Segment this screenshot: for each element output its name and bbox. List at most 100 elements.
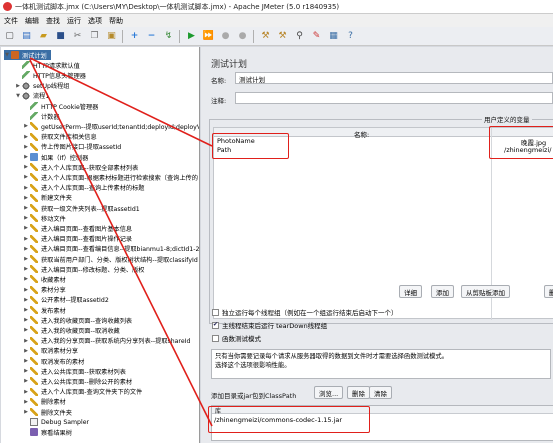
expand-arrow-icon[interactable]: ▶ <box>23 378 29 384</box>
tree-node[interactable]: ▶ 进入我的收藏页面--取消收藏 <box>23 325 120 335</box>
menu-options[interactable]: 选项 <box>88 16 102 26</box>
tree-node[interactable]: ▶ 进入公共库页面--获取素材列表 <box>23 366 126 376</box>
tree-node[interactable]: ▶ 获取文件库相关信息 <box>23 132 97 142</box>
table-row[interactable]: Path /zhinengmeizi/ <box>214 146 553 155</box>
expand-arrow-icon[interactable]: ▶ <box>23 144 29 150</box>
search-icon[interactable]: ⚲ <box>293 30 306 43</box>
tree-node[interactable]: ▶ 进入我的分享页面--获取系统内分享列表--提取shareId <box>23 336 190 346</box>
tree-node[interactable]: ▶ 获取一级文件夹列表--提取assetId1 <box>23 203 140 213</box>
library-item[interactable]: /zhinengmeizi/commons-codec-1.15.jar <box>214 416 342 424</box>
expand-arrow-icon[interactable]: ▶ <box>23 164 29 170</box>
table-row[interactable]: PhotoName 晚霞.jpg <box>214 137 553 147</box>
detail-button[interactable]: 详细 <box>399 285 422 298</box>
expand-arrow-icon[interactable]: ▶ <box>23 236 29 242</box>
expand-arrow-icon[interactable]: ▶ <box>23 317 29 323</box>
expand-arrow-icon[interactable]: ▶ <box>23 266 29 272</box>
menu-help[interactable]: 帮助 <box>109 16 123 26</box>
tree-node[interactable]: ▶ 取消发布的素材 <box>23 356 84 366</box>
tree-node[interactable]: Debug Sampler <box>23 417 89 427</box>
tree-node[interactable]: ▶ 删除文件夹 <box>23 407 72 417</box>
tree-node[interactable]: ▶ 进入编目页面--查看编目信息--提取bianmu1-8;dictId1-2 <box>23 244 199 254</box>
start-icon[interactable]: ▶ <box>185 30 198 43</box>
expand-arrow-icon[interactable]: ▶ <box>23 368 29 374</box>
save-icon[interactable]: ■ <box>54 30 67 43</box>
check-icon[interactable]: ✔ <box>212 321 219 329</box>
stop-icon[interactable]: ● <box>219 30 232 43</box>
checkbox-box[interactable] <box>212 308 219 316</box>
tree-node[interactable]: HTTP请求默认值 <box>15 60 80 70</box>
functional-mode-checkbox[interactable]: 函数测试模式 <box>212 333 261 343</box>
tree-node[interactable]: ▶ 发布素材 <box>23 305 66 315</box>
tree-node[interactable]: ▶ setUp线程组 <box>15 81 69 91</box>
expand-arrow-icon[interactable]: ▶ <box>23 389 29 395</box>
tree-node[interactable]: ▶ 进入个人库页面-根据素材标题进行检索搜索（查询上传的 <box>23 172 198 182</box>
clear-icon[interactable]: ⚒ <box>259 30 272 43</box>
expand-arrow-icon[interactable]: ▶ <box>23 358 29 364</box>
tree-node[interactable]: ▶ 传上传图片接口-提取assetId <box>23 142 121 152</box>
start-no-pause-icon[interactable]: ⏩ <box>202 30 215 43</box>
browse-button[interactable]: 浏览... <box>314 386 344 399</box>
help-icon[interactable]: ? <box>344 30 357 43</box>
expand-arrow-icon[interactable]: ▶ <box>23 409 29 415</box>
independent-thread-groups-checkbox[interactable]: 独立运行每个线程组（例如在一个组运行结束后启动下一个） <box>212 307 398 317</box>
expand-arrow-icon[interactable]: ▶ <box>23 327 29 333</box>
var-name-cell[interactable]: PhotoName <box>217 137 255 145</box>
expand-arrow-icon[interactable]: ▶ <box>23 215 29 221</box>
tree-node[interactable]: ▶ 删除素材 <box>23 397 66 407</box>
expand-arrow-icon[interactable]: ▶ <box>23 154 29 160</box>
expand-arrow-icon[interactable]: ▶ <box>23 174 29 180</box>
templates-icon[interactable]: ▤ <box>20 30 33 43</box>
add-button[interactable]: 添加 <box>431 285 454 298</box>
clear-all-icon[interactable]: ⚒ <box>276 30 289 43</box>
add-from-clipboard-button[interactable]: 从剪贴板添加 <box>461 285 510 298</box>
expand-arrow-icon[interactable]: ▶ <box>23 256 29 262</box>
tree-node[interactable]: ▶ 进入我的收藏页面--查询收藏列表 <box>23 315 132 325</box>
menu-search[interactable]: 查找 <box>46 16 60 26</box>
expand-arrow-icon[interactable]: ▶ <box>23 348 29 354</box>
tree-node[interactable]: 计数器 <box>23 111 60 121</box>
tree-node[interactable]: ▶ 进入个人库页面-查询文件夹下的文件 <box>23 387 142 397</box>
expand-icon[interactable]: + <box>128 30 141 43</box>
expand-arrow-icon[interactable]: ▶ <box>23 185 29 191</box>
teardown-checkbox[interactable]: ✔ 主线程结束后运行 tearDown线程组 <box>212 320 327 330</box>
expand-arrow-icon[interactable]: ▶ <box>23 297 29 303</box>
tree-node[interactable]: ▶ 如果（If）控制器 <box>23 152 88 162</box>
var-name-cell[interactable]: Path <box>217 146 231 154</box>
tree-node[interactable]: ▶ 进入编目页面--查看图片操作记录 <box>23 234 132 244</box>
classpath-library-list[interactable]: 库 /zhinengmeizi/commons-codec-1.15.jar <box>211 405 553 441</box>
collapse-icon[interactable]: − <box>145 30 158 43</box>
paste-icon[interactable]: ▣ <box>105 30 118 43</box>
tree-node[interactable]: ▶ 进入个人库页面--查询上传素材的标题 <box>23 183 144 193</box>
collapse-arrow-icon[interactable]: ▼ <box>15 93 21 99</box>
comment-field[interactable] <box>235 92 553 104</box>
tree-node[interactable]: ▶ 进入公共库页面--删除公开的素材 <box>23 376 132 386</box>
new-icon[interactable]: ▢ <box>3 30 16 43</box>
reset-search-icon[interactable]: ✎ <box>310 30 323 43</box>
tree-node[interactable]: ▶ 进入编目页面--修改标题、分类、版权 <box>23 264 144 274</box>
tree-node[interactable]: ▶ 公开素材--提取assetId2 <box>23 295 109 305</box>
expand-arrow-icon[interactable]: ▶ <box>23 123 29 129</box>
delete-button[interactable]: 删除 <box>544 285 553 298</box>
function-helper-icon[interactable]: ▦ <box>327 30 340 43</box>
expand-arrow-icon[interactable]: ▶ <box>23 246 29 252</box>
tree-node[interactable]: ▶ 进入编目页面--查看图片基本信息 <box>23 223 132 233</box>
delete-classpath-button[interactable]: 删除 <box>347 386 370 399</box>
clear-classpath-button[interactable]: 清除 <box>369 386 392 399</box>
tree-node[interactable]: ▶ 获取当前用户部门、分类、版权树状结构--提取classifyId <box>23 254 198 264</box>
tree-node[interactable]: ▼ 流程1 <box>15 91 49 101</box>
name-field[interactable]: 测试计划 <box>235 72 553 84</box>
var-value-cell[interactable]: /zhinengmeizi/ <box>504 146 551 154</box>
expand-arrow-icon[interactable]: ▶ <box>23 134 29 140</box>
expand-arrow-icon[interactable]: ▶ <box>23 307 29 313</box>
toggle-icon[interactable]: ↯ <box>162 30 175 43</box>
tree-node[interactable]: ▶ 移动文件 <box>23 213 66 223</box>
expand-arrow-icon[interactable]: ▶ <box>23 338 29 344</box>
menu-file[interactable]: 文件 <box>4 16 18 26</box>
expand-arrow-icon[interactable]: ▶ <box>15 83 21 89</box>
expand-arrow-icon[interactable]: ▶ <box>23 195 29 201</box>
tree-node[interactable]: ▼ 测试计划 <box>4 50 51 60</box>
test-plan-tree[interactable]: ▼ 测试计划 HTTP请求默认值 HTTP信息头管理器 ▶ setUp线程组 ▼ 流程1 HTT… <box>1 47 200 443</box>
tree-node[interactable]: ▶ 收藏素材 <box>23 274 66 284</box>
tree-node[interactable]: HTTP Cookie管理器 <box>23 101 98 111</box>
expand-arrow-icon[interactable]: ▶ <box>23 225 29 231</box>
